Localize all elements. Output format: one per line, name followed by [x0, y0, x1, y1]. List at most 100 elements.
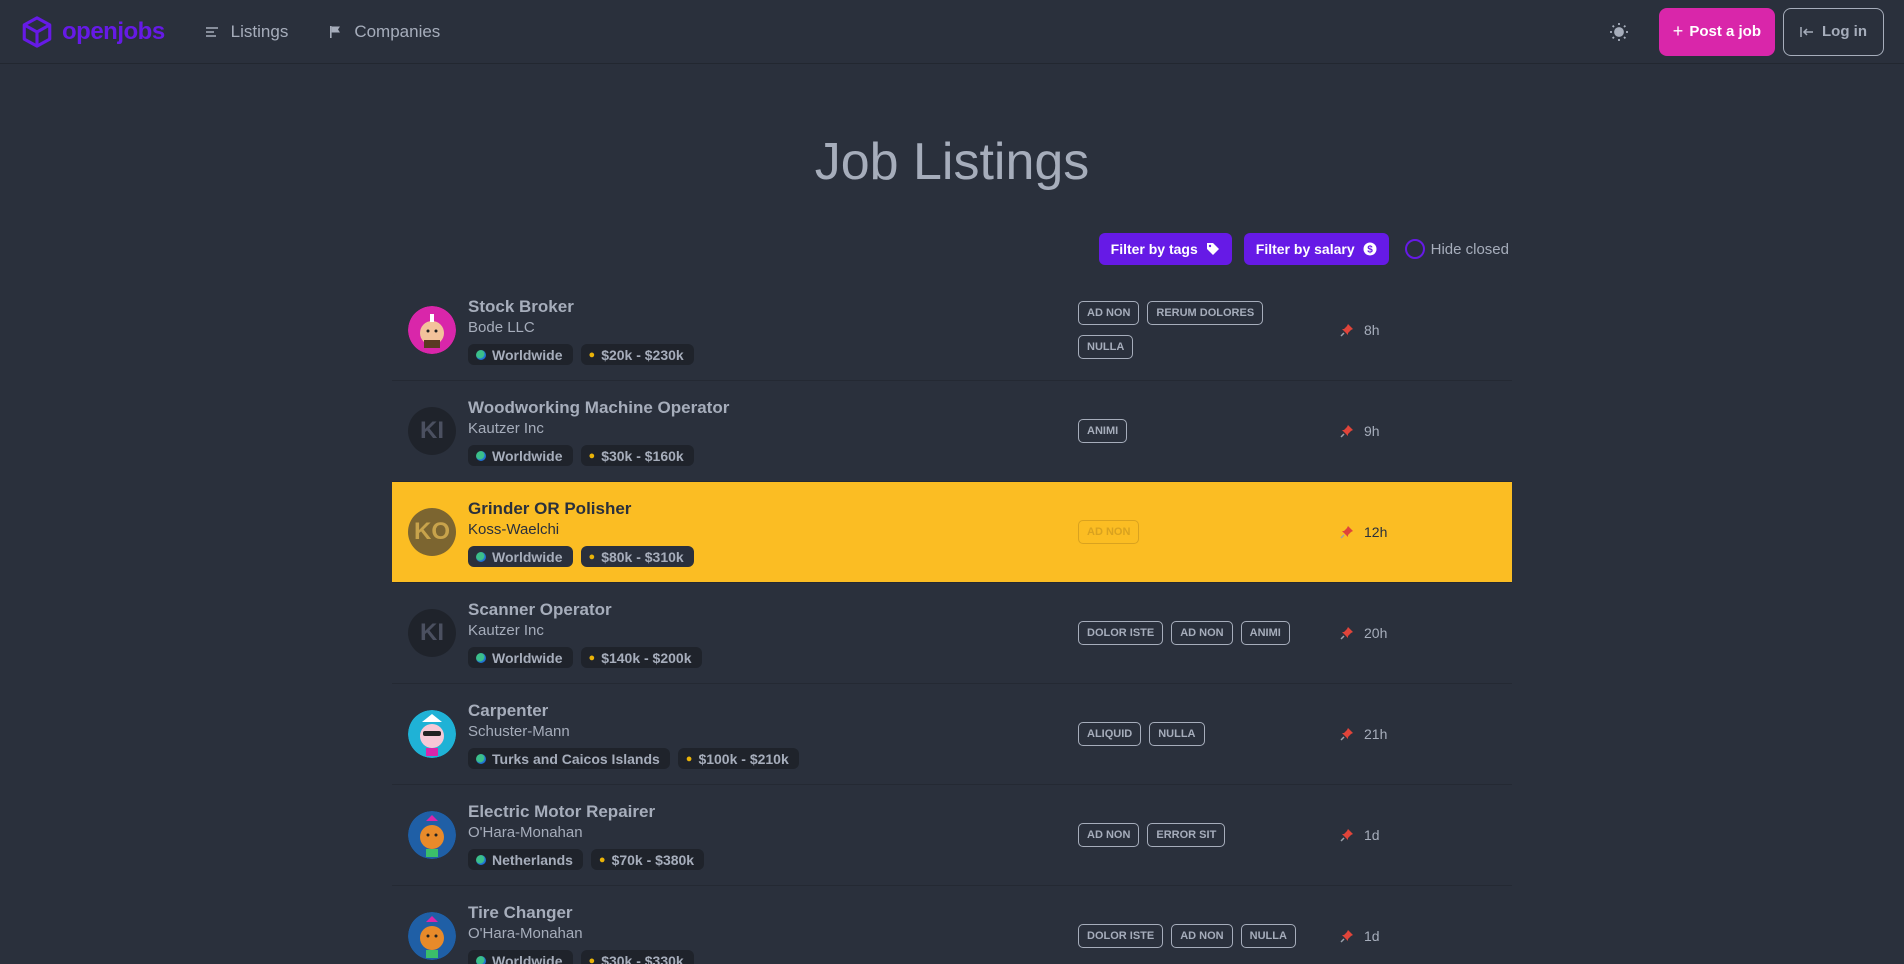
- money-bag-icon: ●: [598, 853, 606, 866]
- salary-chip: ● $70k - $380k: [590, 849, 705, 870]
- plus-icon: +: [1672, 21, 1684, 41]
- filter-salary-button[interactable]: Filter by salary $: [1243, 233, 1389, 265]
- job-list: Stock Broker Bode LLC Worldwide ● $20k - $23…: [392, 280, 1512, 964]
- salary-chip: ● $20k - $230k: [580, 344, 694, 365]
- post-job-button[interactable]: + Post a job: [1658, 7, 1775, 56]
- company-name[interactable]: O'Hara-Monahan: [468, 823, 704, 843]
- hide-closed-toggle[interactable]: Hide closed: [1404, 239, 1509, 259]
- company-name[interactable]: Bode LLC: [468, 318, 694, 338]
- job-title[interactable]: Stock Broker: [468, 296, 694, 318]
- job-tags: DOLOR ISTE AD NON NULLA: [1078, 924, 1318, 948]
- job-row[interactable]: KO Grinder OR Polisher Koss-Waelchi Worldwi…: [392, 482, 1512, 583]
- job-title[interactable]: Electric Motor Repairer: [468, 801, 704, 823]
- job-tag[interactable]: AD NON: [1078, 520, 1140, 544]
- globe-icon: [476, 854, 486, 865]
- nav-companies-label: Companies: [354, 21, 441, 41]
- posted-time-label: 20h: [1364, 625, 1388, 641]
- job-title[interactable]: Carpenter: [468, 700, 799, 722]
- location-label: Worldwide: [492, 649, 563, 666]
- job-tags: AD NON ERROR SIT: [1078, 823, 1318, 847]
- job-info: Scanner Operator Kautzer Inc Worldwide ● $14…: [468, 599, 702, 668]
- filter-bar: Filter by tags Filter by salary $ Hide c…: [1098, 233, 1509, 265]
- job-row[interactable]: Electric Motor Repairer O'Hara-Monahan Net…: [392, 785, 1512, 886]
- salary-chip: ● $100k - $210k: [677, 748, 799, 769]
- salary-label: $140k - $200k: [601, 649, 692, 666]
- job-tag[interactable]: NULLA: [1240, 924, 1296, 948]
- salary-label: $20k - $230k: [601, 346, 684, 363]
- job-tag[interactable]: AD NON: [1171, 621, 1233, 645]
- login-icon: [1800, 26, 1813, 37]
- company-name[interactable]: O'Hara-Monahan: [468, 924, 694, 944]
- theme-toggle[interactable]: [1599, 12, 1639, 52]
- job-tag[interactable]: NULLA: [1149, 722, 1205, 746]
- salary-label: $70k - $380k: [611, 851, 695, 868]
- location-label: Netherlands: [492, 851, 573, 868]
- post-job-label: Post a job: [1689, 23, 1761, 40]
- filter-tags-button[interactable]: Filter by tags: [1098, 233, 1232, 265]
- job-tag[interactable]: AD NON: [1078, 301, 1140, 325]
- money-bag-icon: ●: [685, 752, 693, 765]
- dollar-icon: $: [1363, 242, 1377, 256]
- company-name[interactable]: Koss-Waelchi: [468, 520, 694, 540]
- job-tag[interactable]: DOLOR ISTE: [1078, 621, 1164, 645]
- nav-companies[interactable]: Companies: [308, 12, 460, 52]
- job-title[interactable]: Woodworking Machine Operator: [468, 397, 729, 419]
- salary-chip: ● $30k - $330k: [580, 950, 694, 964]
- company-avatar: [408, 811, 456, 859]
- globe-icon: [476, 955, 486, 964]
- job-title[interactable]: Tire Changer: [468, 902, 694, 924]
- pin-icon: [1340, 324, 1353, 337]
- company-avatar: KI: [408, 609, 456, 657]
- job-tags: AD NON RERUM DOLORES NULLA: [1078, 301, 1318, 359]
- money-bag-icon: ●: [588, 348, 596, 361]
- location-chip: Worldwide: [468, 445, 573, 466]
- nav-listings[interactable]: Listings: [185, 12, 309, 52]
- company-name[interactable]: Kautzer Inc: [468, 621, 702, 641]
- salary-chip: ● $140k - $200k: [580, 647, 702, 668]
- job-row[interactable]: KI Scanner Operator Kautzer Inc Worldwide ● $…: [392, 583, 1512, 684]
- page-title: Job Listings: [814, 133, 1090, 191]
- location-label: Worldwide: [492, 447, 563, 464]
- job-title[interactable]: Scanner Operator: [468, 599, 702, 621]
- filter-salary-label: Filter by salary: [1255, 241, 1355, 257]
- company-name[interactable]: Kautzer Inc: [468, 419, 729, 439]
- job-tag[interactable]: RERUM DOLORES: [1147, 301, 1264, 325]
- job-tag[interactable]: DOLOR ISTE: [1078, 924, 1164, 948]
- location-label: Turks and Caicos Islands: [492, 750, 660, 767]
- job-info: Woodworking Machine Operator Kautzer Inc W…: [468, 397, 729, 466]
- job-tag[interactable]: ANIMI: [1240, 621, 1290, 645]
- money-bag-icon: ●: [588, 550, 596, 563]
- hide-closed-label: Hide closed: [1430, 240, 1509, 258]
- job-tags: ALIQUID NULLA: [1078, 722, 1318, 746]
- job-info: Stock Broker Bode LLC Worldwide ● $20k - $23…: [468, 296, 694, 365]
- tag-icon: [1206, 243, 1219, 255]
- posted-time: 1d: [1340, 928, 1380, 944]
- job-tag[interactable]: AD NON: [1078, 823, 1140, 847]
- navbar: openjobs Listings Companies + Post a job…: [0, 0, 1904, 64]
- company-avatar: KO: [408, 508, 456, 556]
- job-row[interactable]: Carpenter Schuster-Mann Turks and Caicos I…: [392, 684, 1512, 785]
- salary-label: $30k - $160k: [601, 447, 684, 464]
- job-row[interactable]: Stock Broker Bode LLC Worldwide ● $20k - $23…: [392, 280, 1512, 381]
- pin-icon: [1340, 829, 1353, 842]
- job-tag[interactable]: ANIMI: [1078, 419, 1128, 443]
- brand-logo[interactable]: openjobs: [20, 15, 165, 49]
- company-name[interactable]: Schuster-Mann: [468, 722, 799, 742]
- job-tags: ANIMI: [1078, 419, 1318, 443]
- listings-icon: [205, 26, 218, 37]
- job-tag[interactable]: NULLA: [1078, 335, 1134, 359]
- job-tag[interactable]: ERROR SIT: [1147, 823, 1226, 847]
- job-title[interactable]: Grinder OR Polisher: [468, 498, 694, 520]
- job-row[interactable]: Tire Changer O'Hara-Monahan Worldwide ● $30k…: [392, 886, 1512, 964]
- job-info: Tire Changer O'Hara-Monahan Worldwide ● $30k…: [468, 902, 694, 964]
- salary-chip: ● $30k - $160k: [580, 445, 694, 466]
- salary-chip: ● $80k - $310k: [580, 546, 694, 567]
- posted-time-label: 1d: [1364, 928, 1380, 944]
- posted-time: 21h: [1340, 726, 1387, 742]
- hide-closed-checkbox[interactable]: [1404, 239, 1425, 259]
- login-button[interactable]: Log in: [1783, 7, 1884, 56]
- job-tag[interactable]: ALIQUID: [1078, 722, 1142, 746]
- location-label: Worldwide: [492, 346, 563, 363]
- job-row[interactable]: KI Woodworking Machine Operator Kautzer In…: [392, 381, 1512, 482]
- job-tag[interactable]: AD NON: [1171, 924, 1233, 948]
